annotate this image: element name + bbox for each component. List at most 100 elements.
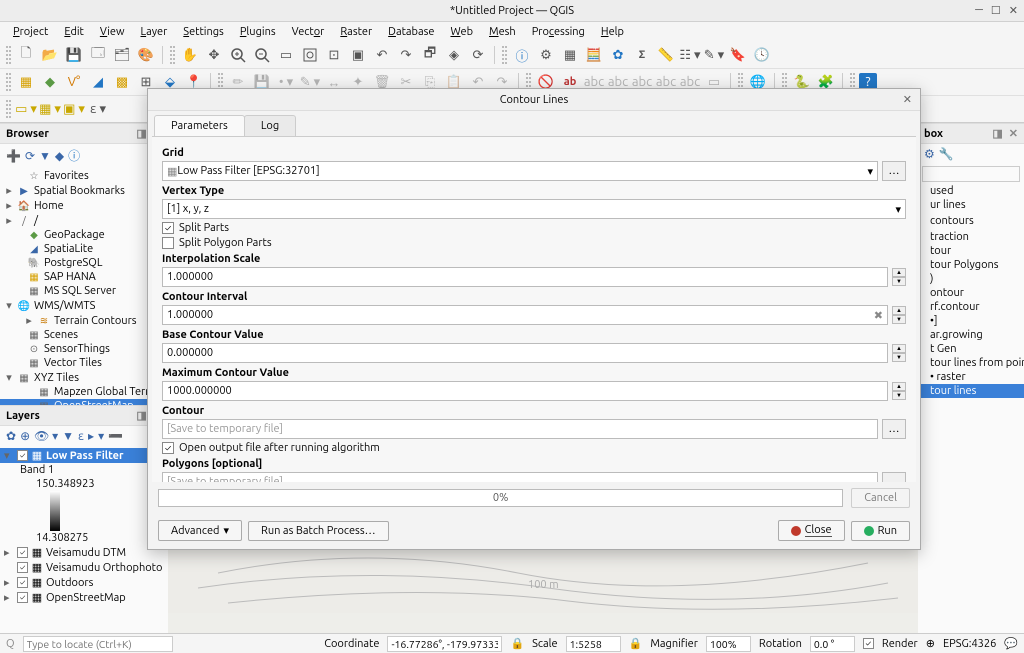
annotation-icon[interactable]: ✎ ▾ <box>703 44 725 66</box>
filter-browser-icon[interactable]: ▼ <box>39 149 51 163</box>
messages-icon[interactable]: 💬 <box>1004 637 1018 650</box>
collapse-all-icon[interactable]: ▾ <box>98 429 104 443</box>
max-down[interactable]: ▼ <box>892 391 906 400</box>
zoom-out-icon[interactable] <box>251 44 273 66</box>
contour-browse-button[interactable]: … <box>882 419 906 439</box>
menu-web[interactable]: Web <box>443 24 480 40</box>
layer-item[interactable]: Band 1 <box>0 463 168 477</box>
browser-item[interactable]: ⊙SensorThings <box>0 342 168 356</box>
batch-button[interactable]: Run as Batch Process… <box>248 521 389 541</box>
browser-tree[interactable]: ☆Favorites▸▶Spatial Bookmarks▸🏠Home▸//◆G… <box>0 167 168 405</box>
zoom-selection-icon[interactable]: ⊡ <box>323 44 345 66</box>
style-manager-icon[interactable]: 🎨 <box>135 44 157 66</box>
deselect-icon[interactable]: ▣ ▾ <box>63 98 85 120</box>
bookmark-icon[interactable]: 🔖 <box>727 44 749 66</box>
rot-input[interactable] <box>810 636 855 652</box>
zoom-full-icon[interactable] <box>299 44 321 66</box>
tab-parameters[interactable]: Parameters <box>154 115 245 136</box>
polygons-browse-button[interactable]: … <box>882 472 906 482</box>
menu-project[interactable]: Project <box>6 24 55 40</box>
interval-input[interactable]: 1.000000✖ <box>162 305 888 325</box>
menu-settings[interactable]: Settings <box>176 24 231 40</box>
proc-wrench-icon[interactable]: 🔧 <box>939 147 954 161</box>
browser-item[interactable]: ▸≋Terrain Contours <box>0 313 168 328</box>
new-spatialite-icon[interactable]: ◢ <box>87 71 109 93</box>
layer-item[interactable]: ▾✓▦Low Pass Filter <box>0 448 168 463</box>
processing-item[interactable]: traction <box>918 230 1024 244</box>
open-project-icon[interactable]: 📂 <box>39 44 61 66</box>
layers-tree[interactable]: ▾✓▦Low Pass FilterBand 1150.348923 14.308… <box>0 446 168 607</box>
vertex-select[interactable]: [1] x, y, z▾ <box>162 199 906 219</box>
menu-vector[interactable]: Vector <box>285 24 332 40</box>
interval-down[interactable]: ▼ <box>892 315 906 324</box>
interval-up[interactable]: ▲ <box>892 306 906 315</box>
layer-item[interactable]: ▸✓▦Outdoors <box>0 575 168 590</box>
select-icon[interactable]: ▭ ▾ <box>15 98 37 120</box>
measure-icon[interactable]: 📏 <box>655 44 677 66</box>
action-icon[interactable]: ⚙ <box>535 44 557 66</box>
properties-icon[interactable]: ⓘ <box>68 147 80 164</box>
refresh-icon[interactable]: ⟳ <box>467 44 489 66</box>
menu-layer[interactable]: Layer <box>134 24 175 40</box>
max-input[interactable]: 1000.000000 <box>162 381 888 401</box>
advanced-button[interactable]: Advanced ▾ <box>158 520 242 541</box>
panel-float-icon[interactable]: ◨ <box>136 127 146 140</box>
layer-item[interactable]: ▸✓▦Veisamudu DTM <box>0 545 168 560</box>
menu-edit[interactable]: Edit <box>57 24 91 40</box>
processing-item[interactable]: ar.growing <box>918 328 1024 342</box>
browser-item[interactable]: ☆Favorites <box>0 169 168 183</box>
scale-input[interactable] <box>566 636 621 652</box>
processing-item[interactable]: ontour <box>918 286 1024 300</box>
toolbox-icon[interactable]: ✿ <box>607 44 629 66</box>
open-after-1-checkbox[interactable]: ✓Open output file after running algorith… <box>162 442 906 454</box>
menu-processing[interactable]: Processing <box>525 24 592 40</box>
layer-item[interactable]: 14.308275 <box>0 531 168 545</box>
contour-output-input[interactable]: [Save to temporary file] <box>162 419 878 439</box>
menu-mesh[interactable]: Mesh <box>482 24 523 40</box>
filter-legend-icon[interactable]: ▼ <box>62 429 74 443</box>
browser-item[interactable]: ▦MS SQL Server <box>0 284 168 298</box>
processing-item[interactable]: used <box>918 184 1024 198</box>
mag-lock-icon[interactable]: 🔒 <box>629 637 643 650</box>
new-mem-icon[interactable]: ▩ <box>111 71 133 93</box>
coord-input[interactable] <box>387 636 502 652</box>
menu-raster[interactable]: Raster <box>333 24 379 40</box>
tab-log[interactable]: Log <box>244 115 296 136</box>
layer-item[interactable]: 150.348923 <box>0 477 168 491</box>
browser-item[interactable]: ▦Vector Tiles <box>0 356 168 370</box>
processing-item[interactable]: tour <box>918 244 1024 258</box>
split-polygon-checkbox[interactable]: Split Polygon Parts <box>162 237 906 249</box>
processing-item[interactable]: t Gen <box>918 342 1024 356</box>
select-all-icon[interactable]: ▦ ▾ <box>39 98 61 120</box>
processing-item[interactable]: tour lines <box>918 384 1024 398</box>
browser-item[interactable]: ▾▦XYZ Tiles <box>0 370 168 385</box>
processing-item[interactable]: tour lines from points <box>918 356 1024 370</box>
grid-select[interactable]: ▦ Low Pass Filter [EPSG:32701]▾ <box>162 161 878 181</box>
menu-help[interactable]: Help <box>594 24 631 40</box>
processing-item[interactable]: contours <box>918 214 1024 228</box>
temporal-icon[interactable]: 🕓 <box>751 44 773 66</box>
processing-item[interactable]: rf.contour <box>918 300 1024 314</box>
manage-themes-icon[interactable]: 👁 ▾ <box>34 429 58 443</box>
expression-filter-icon[interactable]: ε <box>78 430 84 443</box>
browser-item[interactable]: ▦SAP HANA <box>0 270 168 284</box>
processing-item[interactable]: •] <box>918 314 1024 328</box>
proc-float-icon[interactable]: ◨ <box>992 127 1002 140</box>
layer-item[interactable]: ▸✓▦OpenStreetMap <box>0 590 168 605</box>
identify-icon[interactable]: ⓘ <box>511 44 533 66</box>
open-table-icon[interactable]: ▦ <box>559 44 581 66</box>
dialog-close-icon[interactable]: ✕ <box>903 93 912 106</box>
browser-item[interactable]: ◢SpatiaLite <box>0 242 168 256</box>
menu-database[interactable]: Database <box>381 24 441 40</box>
select-value-icon[interactable]: ε ▾ <box>87 98 109 120</box>
minimize-icon[interactable]: ─ <box>975 4 983 17</box>
close-button[interactable]: Close <box>778 520 845 541</box>
data-source-icon[interactable]: ▦ <box>15 71 37 93</box>
proc-gear-icon[interactable]: ⚙ <box>924 147 935 161</box>
layer-style-icon[interactable]: ✿ <box>6 429 16 443</box>
layer-item[interactable]: ✓▦Veisamudu Orthophoto <box>0 560 168 575</box>
crs-icon[interactable]: ⊕ <box>926 637 935 650</box>
browser-item[interactable]: ▦Scenes <box>0 328 168 342</box>
run-button[interactable]: Run <box>851 521 910 541</box>
pan-icon[interactable]: ✋ <box>179 44 201 66</box>
